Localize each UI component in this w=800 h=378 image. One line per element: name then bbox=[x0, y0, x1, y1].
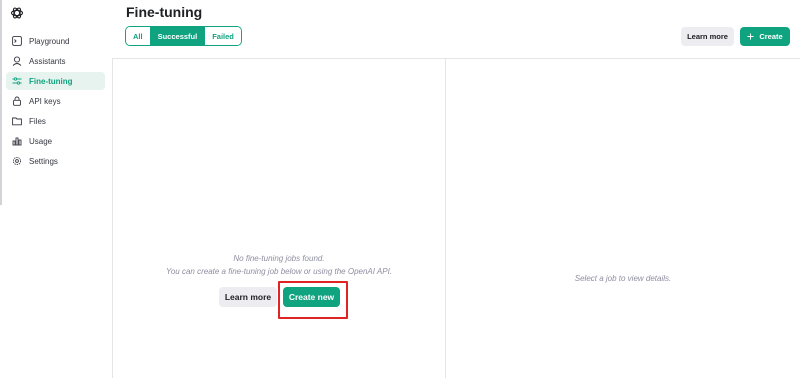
bar-chart-icon bbox=[12, 137, 22, 146]
details-placeholder: Select a job to view details. bbox=[574, 274, 672, 283]
sidebar-item-assistants[interactable]: Assistants bbox=[6, 52, 105, 70]
filter-successful[interactable]: Successful bbox=[149, 27, 205, 45]
app-window: Playground Assistants Fine-tuning API ke… bbox=[0, 0, 800, 378]
filter-failed[interactable]: Failed bbox=[204, 27, 241, 45]
sidebar-item-playground[interactable]: Playground bbox=[6, 32, 105, 50]
assistant-icon bbox=[12, 56, 22, 66]
folder-icon bbox=[12, 117, 22, 126]
panel-divider bbox=[445, 58, 446, 378]
create-button[interactable]: Create bbox=[740, 27, 790, 46]
learn-more-label: Learn more bbox=[687, 32, 728, 41]
sidebar-item-usage[interactable]: Usage bbox=[6, 132, 105, 150]
sidebar-item-label: Files bbox=[29, 116, 46, 126]
sidebar-item-label: Usage bbox=[29, 136, 53, 146]
header-divider bbox=[112, 58, 800, 59]
sidebar-nav: Playground Assistants Fine-tuning API ke… bbox=[6, 32, 105, 172]
create-label: Create bbox=[759, 32, 783, 41]
empty-state-hint: You can create a fine-tuning job below o… bbox=[165, 267, 393, 276]
jobs-empty-state: No fine-tuning jobs found. You can creat… bbox=[113, 252, 445, 278]
header-actions: Learn more Create bbox=[681, 27, 790, 46]
plus-icon bbox=[747, 33, 754, 40]
filter-all[interactable]: All bbox=[126, 27, 150, 45]
sidebar-item-files[interactable]: Files bbox=[6, 112, 105, 130]
status-filter-group: All Successful Failed bbox=[125, 26, 242, 46]
gear-icon bbox=[12, 156, 22, 166]
empty-learn-more-label: Learn more bbox=[224, 292, 272, 302]
sidebar-item-api-keys[interactable]: API keys bbox=[6, 92, 105, 110]
sidebar: Playground Assistants Fine-tuning API ke… bbox=[0, 0, 112, 378]
sidebar-item-label: Assistants bbox=[29, 56, 66, 66]
sidebar-item-label: Playground bbox=[29, 36, 70, 46]
empty-learn-more-button[interactable]: Learn more bbox=[219, 287, 277, 307]
terminal-icon bbox=[12, 36, 22, 46]
highlight-box bbox=[278, 281, 348, 319]
sidebar-item-fine-tuning[interactable]: Fine-tuning bbox=[6, 72, 105, 90]
sidebar-item-label: Fine-tuning bbox=[29, 76, 73, 86]
sidebar-item-label: Settings bbox=[29, 156, 58, 166]
learn-more-button[interactable]: Learn more bbox=[681, 27, 734, 46]
empty-state-title: No fine-tuning jobs found. bbox=[233, 254, 325, 263]
sidebar-item-settings[interactable]: Settings bbox=[6, 152, 105, 170]
sliders-icon bbox=[12, 77, 22, 85]
sidebar-divider bbox=[112, 58, 113, 378]
openai-logo-icon[interactable] bbox=[10, 6, 24, 20]
page-title: Fine-tuning bbox=[126, 4, 203, 20]
sidebar-item-label: API keys bbox=[29, 96, 61, 106]
lock-icon bbox=[13, 96, 21, 106]
